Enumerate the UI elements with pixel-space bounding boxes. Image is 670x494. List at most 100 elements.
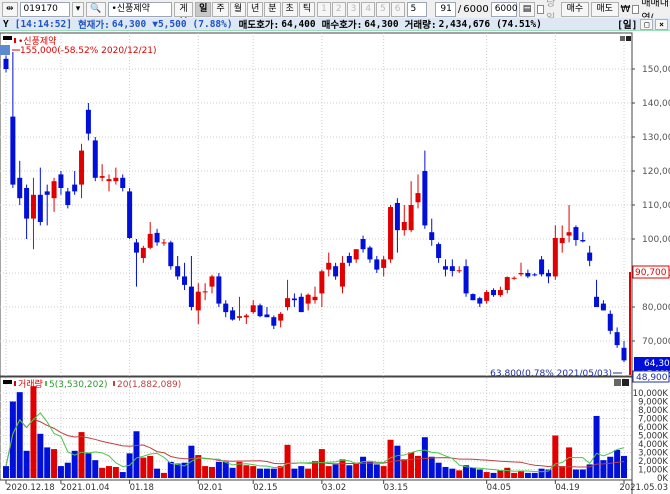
volume-bar [106,466,112,478]
volume-bar [552,435,559,478]
candle [415,193,421,203]
volume-bar [44,447,51,478]
volume-bar [9,401,16,478]
candle [305,294,311,304]
candle [250,305,256,313]
date-label: 02.01 [198,483,222,493]
volume-bar [346,465,353,478]
candle [429,232,435,241]
volume-bar [531,472,538,478]
candle [401,222,407,231]
date-label: 04.19 [555,483,579,493]
price-tick-label: 130,000 [642,133,670,143]
volume-bar [394,445,401,478]
volume-bar [490,472,497,478]
volume-bar [572,469,579,478]
volume-bar [154,468,161,478]
date-label: 2021.01.04 [61,483,110,493]
candle [147,233,153,248]
volume-bar [325,466,332,478]
candle [17,177,23,199]
volume-bar [305,468,312,478]
volume-bar [559,466,566,478]
legend-swatch [113,381,115,386]
legend-swatch [14,38,16,43]
volume-bar [92,460,99,478]
candle [195,291,201,311]
candle [339,262,345,287]
volume-bar [524,472,531,478]
candle [154,232,160,243]
volume-bar [209,466,215,478]
volume-bar [318,449,325,478]
volume-bar [37,433,44,478]
candle [257,305,263,317]
volume-bar [579,469,586,478]
volume-bar [298,466,305,478]
candle [607,313,613,331]
volume-bar [263,468,270,478]
date-label: 01.18 [130,483,154,493]
date-label: 2020.12.18 [6,483,55,493]
candle [271,317,277,326]
volume-bar [401,459,408,478]
volume-bar [270,468,277,478]
candle [518,273,524,275]
price-tick-label: 80,000 [642,303,670,313]
candle [580,240,586,242]
candle [394,202,400,231]
candle [360,239,366,250]
candle [10,116,16,185]
price-tick-label: 70,000 [642,337,670,347]
volume-bar [64,462,71,478]
volume-bar [497,470,504,478]
volume-bar [16,392,23,478]
candle [216,276,222,304]
ma5-legend: 5(3,530,202) [49,380,108,390]
volume-bar [600,460,607,478]
candle [92,140,98,178]
panel-maximize-icon [622,379,629,386]
date-label: 02.15 [253,483,277,493]
volume-bar [607,456,614,478]
volume-bar [23,450,30,478]
volume-bar [380,466,387,478]
volume-bar [332,464,339,478]
volume-bar [538,468,545,478]
candle [182,276,188,285]
candle [120,177,126,188]
date-label: 04.05 [487,483,511,493]
candle [566,232,572,236]
volume-bar [140,457,147,478]
volume-bar [3,466,9,478]
volume-bar [99,467,106,478]
candle [285,298,291,307]
volume-bar [250,466,257,478]
last-price-label: 64,300 [644,359,670,369]
candle [37,194,43,222]
candle [621,347,627,361]
candle [539,259,545,275]
candle [525,273,531,277]
upper-label: 90,700 [635,268,667,278]
candle [243,315,249,318]
price-tick-label: 140,000 [642,99,670,109]
candle [587,252,593,261]
candle [264,314,270,318]
volume-bar [243,465,250,478]
volume-bar [483,472,490,478]
price-tick-label: 110,000 [642,201,670,211]
volume-bar [78,432,85,478]
volume-bar [428,456,435,478]
candle [175,266,181,277]
panel-minimize-icon [614,379,621,386]
candle [161,242,167,244]
volume-bar [435,462,442,478]
volume-bar [353,462,360,478]
volume-bar [291,468,298,478]
candle [552,237,558,277]
stock-chart[interactable]: 150,000 140,000 130,000 120,000 110,000 100,0… [0,0,670,494]
candle [484,292,490,301]
candle [51,181,57,199]
candle [594,296,600,307]
